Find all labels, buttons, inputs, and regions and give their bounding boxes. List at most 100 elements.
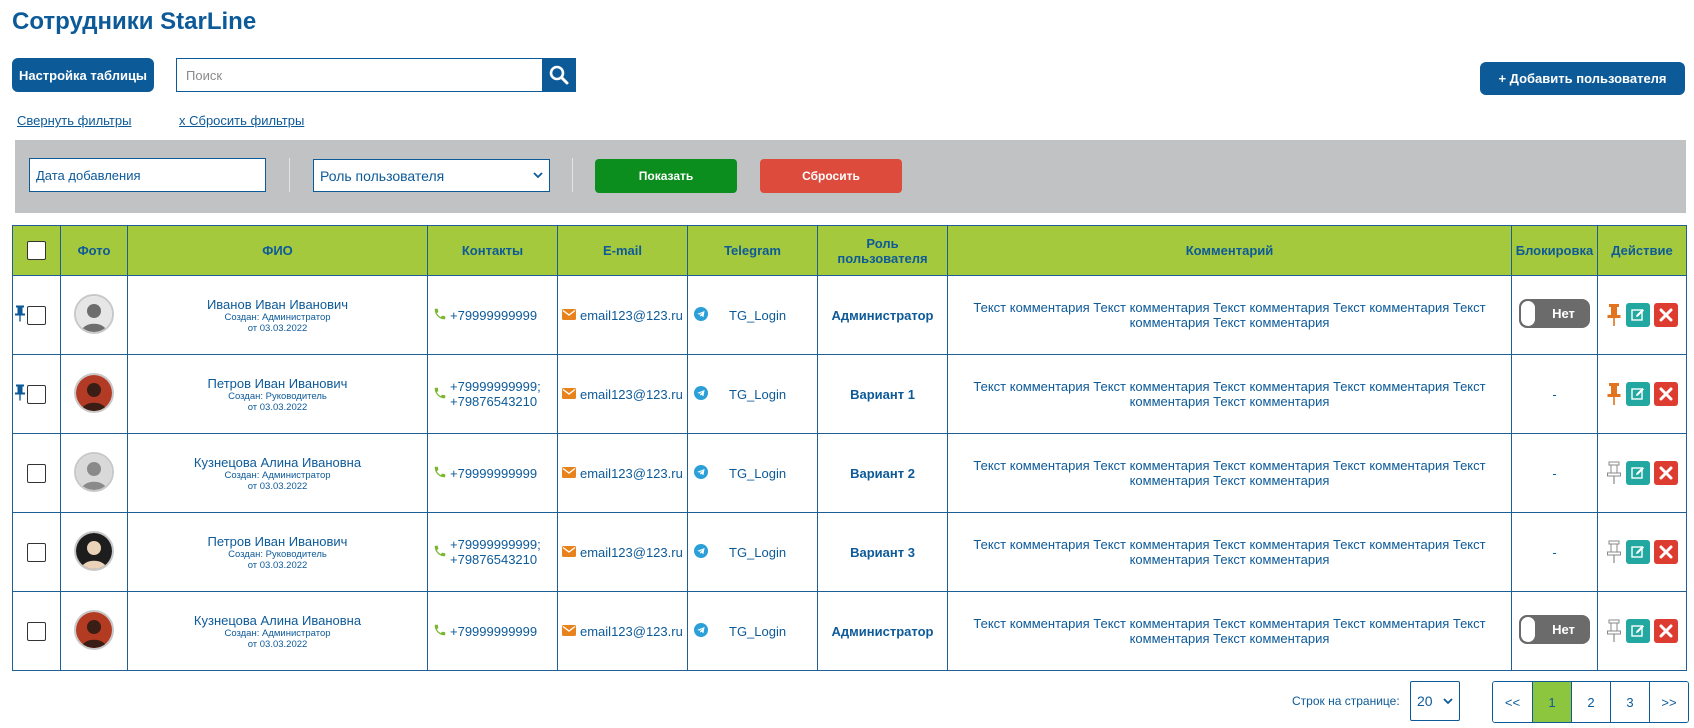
email-link[interactable]: email123@123.ru bbox=[580, 624, 683, 639]
email-link[interactable]: email123@123.ru bbox=[580, 308, 683, 323]
page-button[interactable]: 2 bbox=[1571, 682, 1610, 722]
user-name[interactable]: Кузнецова Алина Ивановна bbox=[131, 455, 424, 470]
show-button[interactable]: Показать bbox=[595, 159, 737, 193]
email-block: email123@123.ru bbox=[561, 624, 684, 639]
email-cell: email123@123.ru bbox=[557, 275, 688, 355]
phone-number[interactable]: +79999999999 bbox=[450, 624, 537, 639]
comment-cell: Текст комментария Текст комментария Текс… bbox=[947, 354, 1512, 434]
contact-block: +79999999999; +79876543210 bbox=[431, 379, 554, 409]
email-cell: email123@123.ru bbox=[557, 512, 688, 592]
pinned-row-icon bbox=[15, 305, 25, 326]
reset-button[interactable]: Сбросить bbox=[760, 159, 902, 193]
search-button[interactable] bbox=[542, 58, 576, 92]
phone-number[interactable]: +79999999999 bbox=[450, 466, 537, 481]
role-cell: Вариант 1 bbox=[817, 354, 948, 434]
email-link[interactable]: email123@123.ru bbox=[580, 387, 683, 402]
delete-button[interactable] bbox=[1654, 303, 1678, 327]
block-empty: - bbox=[1552, 386, 1557, 402]
pin-icon[interactable] bbox=[1606, 382, 1622, 406]
user-name[interactable]: Кузнецова Алина Ивановна bbox=[131, 613, 424, 628]
telegram-cell: TG_Login bbox=[687, 591, 818, 671]
row-checkbox[interactable] bbox=[27, 463, 46, 483]
phone-icon bbox=[433, 465, 447, 482]
user-name[interactable]: Петров Иван Иванович bbox=[131, 534, 424, 549]
user-name[interactable]: Иванов Иван Иванович bbox=[131, 297, 424, 312]
action-cell bbox=[1597, 354, 1687, 434]
edit-icon bbox=[1631, 308, 1645, 322]
action-cell bbox=[1597, 591, 1687, 671]
telegram-link[interactable]: TG_Login bbox=[729, 387, 786, 402]
last-page-button[interactable]: >> bbox=[1649, 682, 1688, 722]
row-checkbox[interactable] bbox=[27, 305, 46, 325]
delete-button[interactable] bbox=[1654, 619, 1678, 643]
pin-icon[interactable] bbox=[1606, 303, 1622, 327]
delete-button[interactable] bbox=[1654, 382, 1678, 406]
phone-number[interactable]: +79876543210 bbox=[450, 394, 541, 409]
header-block[interactable]: Блокировка bbox=[1511, 225, 1598, 276]
created-by: Создан: Руководитель bbox=[228, 548, 327, 560]
telegram-cell: TG_Login bbox=[687, 433, 818, 513]
pin-icon[interactable] bbox=[1606, 540, 1622, 564]
header-comment[interactable]: Комментарий bbox=[947, 225, 1512, 276]
telegram-link[interactable]: TG_Login bbox=[729, 624, 786, 639]
table-row: Кузнецова Алина Ивановна Создан: Админист… bbox=[12, 433, 1687, 513]
delete-button[interactable] bbox=[1654, 540, 1678, 564]
edit-button[interactable] bbox=[1626, 382, 1650, 406]
edit-button[interactable] bbox=[1626, 303, 1650, 327]
row-checkbox[interactable] bbox=[27, 384, 46, 404]
delete-button[interactable] bbox=[1654, 461, 1678, 485]
telegram-block: TG_Login bbox=[691, 543, 814, 561]
phone-numbers: +79999999999 bbox=[450, 308, 537, 323]
search-input[interactable] bbox=[176, 58, 542, 92]
phone-number[interactable]: +79999999999; bbox=[450, 537, 541, 552]
created-by: Создан: Администратор bbox=[224, 311, 331, 323]
page-button[interactable]: 3 bbox=[1610, 682, 1649, 722]
pin-icon[interactable] bbox=[1606, 619, 1622, 643]
date-added-field[interactable] bbox=[29, 158, 266, 192]
block-toggle[interactable]: Нет bbox=[1519, 615, 1590, 644]
row-checkbox[interactable] bbox=[27, 542, 46, 562]
row-actions bbox=[1601, 461, 1683, 485]
role-select[interactable]: Роль пользователя bbox=[313, 159, 550, 192]
telegram-link[interactable]: TG_Login bbox=[729, 466, 786, 481]
edit-button[interactable] bbox=[1626, 619, 1650, 643]
block-cell: Нет bbox=[1511, 275, 1598, 355]
table-settings-button[interactable]: Настройка таблицы bbox=[12, 58, 154, 92]
add-user-button[interactable]: + Добавить пользователя bbox=[1480, 62, 1685, 95]
phone-number[interactable]: +79999999999; bbox=[450, 379, 541, 394]
email-link[interactable]: email123@123.ru bbox=[580, 545, 683, 560]
comment-cell: Текст комментария Текст комментария Текс… bbox=[947, 275, 1512, 355]
first-page-button[interactable]: << bbox=[1493, 682, 1532, 722]
user-name[interactable]: Петров Иван Иванович bbox=[131, 376, 424, 391]
phone-number[interactable]: +79876543210 bbox=[450, 552, 541, 567]
pin-icon[interactable] bbox=[1606, 461, 1622, 485]
header-telegram[interactable]: Telegram bbox=[687, 225, 818, 276]
filter-divider bbox=[289, 158, 290, 192]
phone-number[interactable]: +79999999999 bbox=[450, 308, 537, 323]
rows-per-page-select[interactable]: 20 bbox=[1410, 681, 1460, 721]
block-cell: Нет bbox=[1511, 591, 1598, 671]
header-email[interactable]: E-mail bbox=[557, 225, 688, 276]
block-toggle[interactable]: Нет bbox=[1519, 299, 1590, 328]
edit-button[interactable] bbox=[1626, 540, 1650, 564]
header-photo[interactable]: Фото bbox=[60, 225, 128, 276]
select-all-checkbox[interactable] bbox=[27, 241, 46, 260]
header-select-all[interactable] bbox=[12, 225, 61, 276]
email-link[interactable]: email123@123.ru bbox=[580, 466, 683, 481]
header-role[interactable]: Роль пользователя bbox=[817, 225, 948, 276]
email-block: email123@123.ru bbox=[561, 545, 684, 560]
table-row: Иванов Иван Иванович Создан: Администрато… bbox=[12, 275, 1687, 355]
toggle-knob bbox=[1521, 617, 1535, 642]
header-fio[interactable]: ФИО bbox=[127, 225, 428, 276]
page-button[interactable]: 1 bbox=[1532, 682, 1571, 722]
telegram-link[interactable]: TG_Login bbox=[729, 545, 786, 560]
edit-button[interactable] bbox=[1626, 461, 1650, 485]
collapse-filters-link[interactable]: Свернуть фильтры bbox=[17, 113, 131, 128]
created-date: от 03.03.2022 bbox=[247, 638, 308, 650]
header-contacts[interactable]: Контакты bbox=[427, 225, 558, 276]
telegram-link[interactable]: TG_Login bbox=[729, 308, 786, 323]
contacts-cell: +79999999999 bbox=[427, 591, 558, 671]
reset-filters-link[interactable]: х Сбросить фильтры bbox=[179, 113, 304, 128]
row-checkbox[interactable] bbox=[27, 621, 46, 641]
envelope-icon bbox=[562, 308, 576, 323]
